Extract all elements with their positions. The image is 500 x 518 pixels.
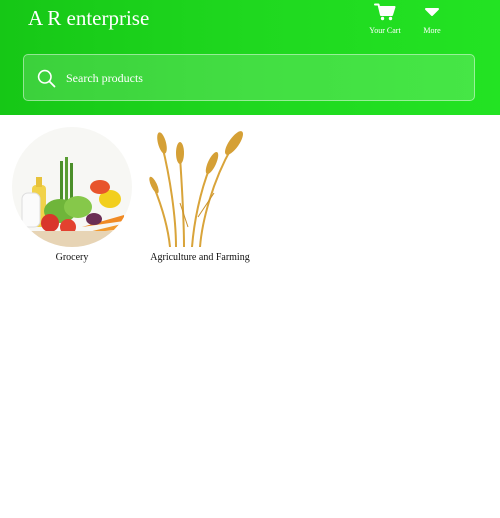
brand-title[interactable]: A R enterprise xyxy=(28,6,149,31)
wheat-image xyxy=(140,127,260,247)
search-input[interactable] xyxy=(64,55,468,102)
your-cart-button[interactable]: Your Cart xyxy=(363,3,407,35)
category-name: Agriculture and Farming xyxy=(150,252,250,263)
cart-icon xyxy=(374,3,396,21)
more-label: More xyxy=(423,26,441,35)
app-header: A R enterprise Your Cart More xyxy=(0,0,500,115)
chevron-down-icon xyxy=(425,8,439,16)
category-agriculture-and-farming[interactable]: Agriculture and Farming xyxy=(135,127,265,263)
more-button[interactable]: More xyxy=(410,3,454,35)
search-bar xyxy=(23,54,475,102)
grocery-basket-image xyxy=(12,127,132,247)
search-icon xyxy=(37,69,56,88)
category-grocery[interactable]: Grocery xyxy=(7,127,137,263)
category-name: Grocery xyxy=(55,252,89,263)
your-cart-label: Your Cart xyxy=(369,26,401,35)
